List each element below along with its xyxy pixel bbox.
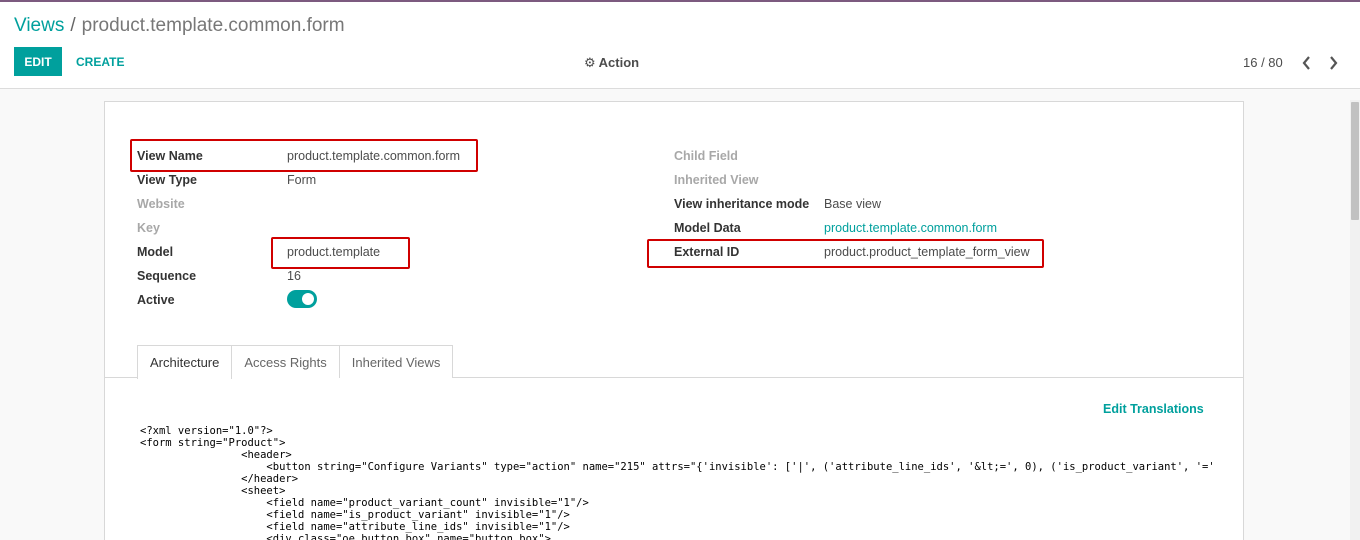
highlight-view-name: [130, 139, 478, 172]
view-inheritance-mode-value[interactable]: Base view: [824, 197, 881, 211]
website-label: Website: [137, 197, 185, 211]
active-label: Active: [137, 293, 175, 307]
tab-inherited-views[interactable]: Inherited Views: [338, 345, 454, 378]
breadcrumb-views-link[interactable]: Views: [14, 15, 64, 36]
code-line: <field name="attribute_line_ids" invisib…: [140, 521, 570, 533]
edit-translations-link[interactable]: Edit Translations: [1103, 402, 1204, 416]
view-type-value[interactable]: Form: [287, 173, 316, 187]
code-line: </header>: [140, 473, 299, 485]
code-line: <div class="oe_button_box" name="button_…: [140, 533, 551, 540]
edit-button[interactable]: EDIT: [14, 47, 62, 76]
child-field-label: Child Field: [674, 149, 738, 163]
key-label: Key: [137, 221, 160, 235]
highlight-external-id: [647, 239, 1044, 268]
active-toggle[interactable]: [287, 290, 317, 308]
inherited-view-label: Inherited View: [674, 173, 759, 187]
breadcrumb: Views / product.template.common.form: [14, 15, 345, 37]
action-menu-button[interactable]: ⚙ Action: [584, 55, 639, 71]
model-label: Model: [137, 245, 174, 259]
highlight-model: [271, 237, 410, 269]
code-line: <field name="is_product_variant" invisib…: [140, 509, 570, 521]
sequence-value[interactable]: 16: [287, 269, 301, 283]
notebook-tabs: Architecture Access Rights Inherited Vie…: [137, 345, 454, 379]
action-label: Action: [598, 55, 640, 70]
code-line: <button string="Configure Variants" type…: [140, 461, 1213, 473]
view-inheritance-mode-label: View inheritance mode: [674, 197, 810, 211]
view-type-label: View Type: [137, 173, 197, 187]
chevron-left-icon: [1302, 56, 1310, 70]
code-line: <sheet>: [140, 485, 286, 497]
code-line: <header>: [140, 449, 292, 461]
breadcrumb-current: product.template.common.form: [81, 15, 345, 36]
breadcrumb-separator: /: [70, 15, 76, 36]
pager-next-button[interactable]: [1325, 53, 1341, 73]
model-data-label: Model Data: [674, 221, 741, 235]
gear-icon: ⚙: [584, 55, 596, 70]
form-sheet: View Name product.template.common.form V…: [104, 101, 1244, 540]
code-line: <?xml version="1.0"?>: [140, 425, 273, 437]
pager-previous-button[interactable]: [1298, 53, 1314, 73]
control-panel: Views / product.template.common.form EDIT …: [0, 2, 1360, 89]
code-line: <field name="product_variant_count" invi…: [140, 497, 589, 509]
tab-access-rights[interactable]: Access Rights: [231, 345, 340, 378]
toggle-knob: [302, 293, 314, 305]
page-scrollbar[interactable]: [1350, 100, 1360, 540]
model-data-link[interactable]: product.template.common.form: [824, 221, 997, 235]
create-button[interactable]: CREATE: [72, 47, 128, 76]
architecture-code-editor[interactable]: <?xml version="1.0"?> <form string="Produ…: [140, 425, 1213, 540]
chevron-right-icon: [1329, 56, 1337, 70]
sequence-label: Sequence: [137, 269, 197, 283]
pager-value[interactable]: 16 / 80: [1243, 55, 1283, 70]
scrollbar-thumb[interactable]: [1351, 102, 1359, 220]
tab-architecture[interactable]: Architecture: [137, 345, 233, 379]
code-line: <form string="Product">: [140, 437, 286, 449]
